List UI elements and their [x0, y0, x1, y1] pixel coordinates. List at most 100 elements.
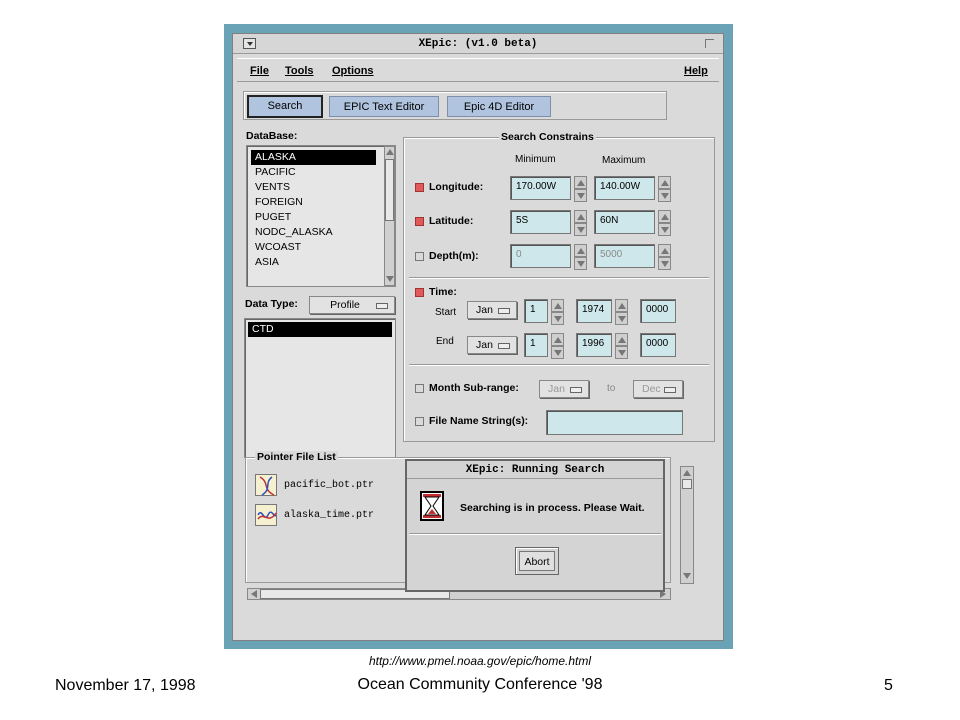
start-day-field[interactable]: 1	[524, 299, 548, 323]
depth-min-up-icon[interactable]	[574, 244, 587, 257]
longitude-label: Longitude:	[429, 181, 484, 193]
longitude-checkbox[interactable]	[415, 183, 424, 192]
separator	[409, 533, 661, 535]
option-menu-icon	[498, 308, 510, 314]
menu-help[interactable]: Help	[684, 65, 708, 77]
separator	[409, 277, 709, 279]
subrange-to-option[interactable]: Dec	[633, 380, 683, 398]
scroll-down-icon[interactable]	[386, 276, 394, 282]
longitude-min-field[interactable]: 170.00W	[510, 176, 571, 200]
subrange-from-option[interactable]: Jan	[539, 380, 589, 398]
dialog-titlebar[interactable]: XEpic: Running Search	[407, 461, 663, 479]
latitude-max-field[interactable]: 60N	[594, 210, 655, 234]
longitude-max-up-icon[interactable]	[658, 176, 671, 189]
option-menu-icon	[570, 387, 582, 393]
dialog-message: Searching is in process. Please Wait.	[460, 502, 645, 514]
end-year-field[interactable]: 1996	[576, 333, 612, 357]
time-checkbox[interactable]	[415, 288, 424, 297]
end-day-up-icon[interactable]	[551, 333, 564, 346]
start-year-up-icon[interactable]	[615, 299, 628, 312]
end-month-option[interactable]: Jan	[467, 336, 517, 354]
longitude-max-down-icon[interactable]	[658, 189, 671, 202]
pointer-file-name: alaska_time.ptr	[284, 510, 375, 521]
scrollbar-thumb[interactable]	[682, 479, 692, 489]
latitude-min-field[interactable]: 5S	[510, 210, 571, 234]
depth-checkbox[interactable]	[415, 252, 424, 261]
end-year-up-icon[interactable]	[615, 333, 628, 346]
scroll-up-icon[interactable]	[683, 470, 691, 476]
pointer-file-scrollbar[interactable]	[680, 466, 694, 584]
start-hour-field[interactable]: 0000	[640, 299, 676, 323]
scrollbar-thumb[interactable]	[385, 159, 394, 221]
menu-tools[interactable]: Tools	[285, 65, 314, 77]
latitude-max-up-icon[interactable]	[658, 210, 671, 223]
longitude-min-down-icon[interactable]	[574, 189, 587, 202]
latitude-min-up-icon[interactable]	[574, 210, 587, 223]
latitude-min-down-icon[interactable]	[574, 223, 587, 236]
window-menu-icon[interactable]	[243, 38, 256, 49]
option-menu-icon	[498, 343, 510, 349]
start-year-down-icon[interactable]	[615, 312, 628, 325]
depth-max-down-icon[interactable]	[658, 257, 671, 270]
latitude-label: Latitude:	[429, 215, 474, 227]
datatype-option-menu[interactable]: Profile	[309, 296, 395, 314]
epic-4d-editor-button[interactable]: Epic 4D Editor	[447, 96, 551, 117]
database-list-item[interactable]: PACIFIC	[251, 165, 376, 180]
database-list-item[interactable]: ALASKA	[251, 150, 376, 165]
footer-url[interactable]: http://www.pmel.noaa.gov/epic/home.html	[0, 654, 960, 668]
epic-text-editor-button[interactable]: EPIC Text Editor	[329, 96, 439, 117]
start-month-option[interactable]: Jan	[467, 301, 517, 319]
database-scrollbar[interactable]	[384, 146, 395, 286]
start-year-field[interactable]: 1974	[576, 299, 612, 323]
end-month-value: Jan	[476, 339, 493, 351]
search-constraints-title: Search Constrains	[499, 131, 596, 143]
end-hour-field[interactable]: 0000	[640, 333, 676, 357]
option-menu-icon	[664, 387, 676, 393]
abort-button[interactable]: Abort	[519, 551, 555, 571]
menu-options[interactable]: Options	[332, 65, 374, 77]
depth-min-field[interactable]: 0	[510, 244, 571, 268]
filename-string-checkbox[interactable]	[415, 417, 424, 426]
pointer-file-item[interactable]: alaska_time.ptr	[253, 504, 403, 534]
menu-file[interactable]: File	[250, 65, 269, 77]
latitude-max-down-icon[interactable]	[658, 223, 671, 236]
longitude-min-up-icon[interactable]	[574, 176, 587, 189]
start-month-value: Jan	[476, 304, 493, 316]
end-day-down-icon[interactable]	[551, 346, 564, 359]
database-list-item[interactable]: NODC_ALASKA	[251, 225, 376, 240]
depth-min-down-icon[interactable]	[574, 257, 587, 270]
filename-string-label: File Name String(s):	[429, 415, 529, 427]
start-day-down-icon[interactable]	[551, 312, 564, 325]
pointer-file-name: pacific_bot.ptr	[284, 480, 375, 491]
option-menu-icon	[376, 303, 388, 309]
database-list-item[interactable]: WCOAST	[251, 240, 376, 255]
subrange-to-label: to	[607, 383, 616, 394]
window-titlebar[interactable]: XEpic: (v1.0 beta)	[233, 34, 723, 54]
database-list-item[interactable]: VENTS	[251, 180, 376, 195]
search-button[interactable]: Search	[247, 95, 323, 118]
scroll-up-icon[interactable]	[386, 149, 394, 155]
depth-max-field[interactable]: 5000	[594, 244, 655, 268]
database-list-item[interactable]: PUGET	[251, 210, 376, 225]
depth-max-up-icon[interactable]	[658, 244, 671, 257]
window-title: XEpic: (v1.0 beta)	[418, 38, 538, 50]
scroll-down-icon[interactable]	[683, 573, 691, 579]
time-label: Time:	[429, 286, 457, 298]
end-day-field[interactable]: 1	[524, 333, 548, 357]
abort-button-frame: Abort	[515, 547, 559, 575]
running-search-dialog: XEpic: Running Search Searching is in pr…	[405, 459, 665, 592]
database-list-item[interactable]: ASIA	[251, 255, 376, 270]
database-list: ALASKA PACIFIC VENTS FOREIGN PUGET NODC_ALASK…	[246, 145, 396, 287]
end-year-down-icon[interactable]	[615, 346, 628, 359]
latitude-checkbox[interactable]	[415, 217, 424, 226]
filename-string-field[interactable]	[546, 410, 683, 435]
scroll-left-icon[interactable]	[251, 590, 257, 598]
start-day-up-icon[interactable]	[551, 299, 564, 312]
database-list-item[interactable]: FOREIGN	[251, 195, 376, 210]
pointer-file-item[interactable]: pacific_bot.ptr	[253, 474, 403, 504]
pointer-file-icon	[255, 504, 277, 526]
longitude-max-field[interactable]: 140.00W	[594, 176, 655, 200]
month-subrange-checkbox[interactable]	[415, 384, 424, 393]
footer-conference: Ocean Community Conference '98	[357, 676, 603, 693]
datatype-list-item[interactable]: CTD	[248, 322, 392, 337]
